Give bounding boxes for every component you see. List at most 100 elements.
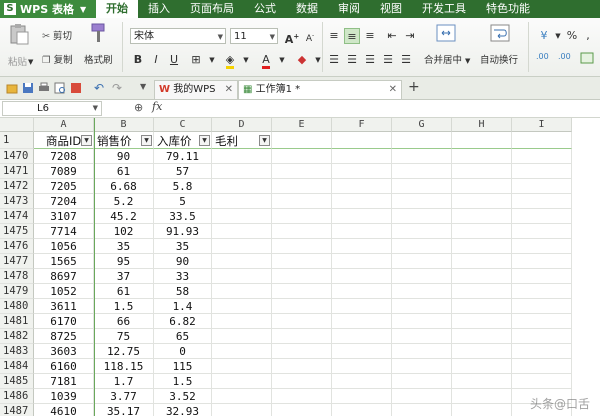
merge-center-button[interactable] [436, 24, 456, 42]
empty-cell[interactable] [392, 194, 452, 209]
table-cell[interactable]: 1052 [34, 284, 94, 299]
row-header[interactable]: 1479 [0, 284, 34, 299]
menu-item[interactable]: 视图 [370, 0, 412, 18]
table-cell[interactable]: 90 [154, 254, 212, 269]
empty-cell[interactable] [272, 314, 332, 329]
empty-cell[interactable] [332, 269, 392, 284]
table-cell[interactable]: 61 [94, 164, 154, 179]
empty-cell[interactable] [212, 389, 272, 404]
open-folder-icon[interactable] [6, 82, 18, 94]
empty-cell[interactable] [392, 284, 452, 299]
row-header[interactable]: 1476 [0, 239, 34, 254]
print-icon[interactable] [38, 82, 50, 94]
empty-cell[interactable] [392, 299, 452, 314]
empty-cell[interactable] [332, 239, 392, 254]
empty-cell[interactable] [512, 209, 572, 224]
row-header[interactable]: 1483 [0, 344, 34, 359]
table-cell[interactable]: 65 [154, 329, 212, 344]
empty-cell[interactable] [332, 164, 392, 179]
empty-cell[interactable] [332, 329, 392, 344]
empty-cell[interactable] [512, 329, 572, 344]
fill-color-button[interactable]: ◈ [222, 52, 238, 69]
empty-cell[interactable] [212, 299, 272, 314]
column-header[interactable]: C [154, 118, 212, 132]
table-cell[interactable]: 5.2 [94, 194, 154, 209]
empty-cell[interactable] [272, 404, 332, 416]
table-cell[interactable]: 45.2 [94, 209, 154, 224]
redo-icon[interactable]: ↷ [112, 81, 122, 95]
menu-item[interactable]: 数据 [286, 0, 328, 18]
row-header[interactable]: 1470 [0, 149, 34, 164]
formula-input[interactable] [172, 101, 598, 116]
table-cell[interactable]: 6.82 [154, 314, 212, 329]
empty-cell[interactable] [272, 344, 332, 359]
fill-color-dropdown[interactable]: ▼ [238, 52, 254, 68]
filter-dropdown-icon[interactable]: ▼ [141, 135, 152, 146]
empty-cell[interactable] [452, 389, 512, 404]
align-right-button[interactable]: ☰ [362, 52, 378, 68]
empty-cell[interactable] [212, 149, 272, 164]
menu-item[interactable]: 插入 [138, 0, 180, 18]
table-cell[interactable]: 4610 [34, 404, 94, 416]
empty-cell[interactable] [512, 299, 572, 314]
menu-item[interactable]: 审阅 [328, 0, 370, 18]
empty-cell[interactable] [512, 132, 572, 149]
table-cell[interactable]: 7205 [34, 179, 94, 194]
row-header[interactable]: 1482 [0, 329, 34, 344]
close-icon[interactable]: ✕ [389, 81, 397, 99]
empty-cell[interactable] [332, 299, 392, 314]
header-cell[interactable]: 入库价 ▼ [154, 132, 212, 149]
table-cell[interactable]: 7204 [34, 194, 94, 209]
empty-cell[interactable] [212, 329, 272, 344]
empty-cell[interactable] [392, 269, 452, 284]
table-cell[interactable]: 6160 [34, 359, 94, 374]
empty-cell[interactable] [452, 269, 512, 284]
table-cell[interactable]: 7089 [34, 164, 94, 179]
empty-cell[interactable] [212, 314, 272, 329]
empty-cell[interactable] [452, 374, 512, 389]
empty-cell[interactable] [392, 344, 452, 359]
row-header[interactable]: 1472 [0, 179, 34, 194]
empty-cell[interactable] [332, 389, 392, 404]
empty-cell[interactable] [512, 224, 572, 239]
row-header[interactable]: 1 [0, 132, 34, 149]
increase-indent-button[interactable]: ⇥ [402, 28, 418, 44]
empty-cell[interactable] [392, 374, 452, 389]
decrease-font-size-button[interactable]: A- [302, 28, 318, 44]
row-header[interactable]: 1471 [0, 164, 34, 179]
table-cell[interactable]: 1.7 [94, 374, 154, 389]
table-cell[interactable]: 5.8 [154, 179, 212, 194]
empty-cell[interactable] [452, 149, 512, 164]
table-cell[interactable]: 1056 [34, 239, 94, 254]
column-header[interactable]: D [212, 118, 272, 132]
column-header[interactable]: B [94, 118, 154, 132]
table-cell[interactable]: 3107 [34, 209, 94, 224]
close-icon[interactable]: ✕ [225, 81, 233, 99]
empty-cell[interactable] [272, 132, 332, 149]
column-header[interactable]: F [332, 118, 392, 132]
align-center-button[interactable]: ☰ [344, 52, 360, 68]
table-cell[interactable]: 1039 [34, 389, 94, 404]
paste-dropdown-icon[interactable]: ▼ [28, 58, 33, 66]
empty-cell[interactable] [212, 179, 272, 194]
empty-cell[interactable] [392, 149, 452, 164]
font-name-select[interactable]: 宋体 ▼ [130, 28, 226, 44]
decrease-decimal-button[interactable]: .00 [558, 52, 571, 61]
table-cell[interactable]: 95 [94, 254, 154, 269]
save-icon[interactable] [22, 82, 34, 94]
cut-button[interactable]: ✂ 剪切 [42, 28, 72, 42]
empty-cell[interactable] [332, 209, 392, 224]
copy-button[interactable]: ❐ 复制 [42, 52, 73, 66]
table-cell[interactable]: 3.52 [154, 389, 212, 404]
empty-cell[interactable] [272, 299, 332, 314]
percent-format-button[interactable]: % [564, 28, 580, 44]
clear-format-dropdown[interactable]: ▼ [310, 52, 326, 68]
empty-cell[interactable] [452, 254, 512, 269]
empty-cell[interactable] [392, 132, 452, 149]
menu-item[interactable]: 页面布局 [180, 0, 244, 18]
empty-cell[interactable] [212, 209, 272, 224]
table-cell[interactable]: 37 [94, 269, 154, 284]
table-cell[interactable]: 1.4 [154, 299, 212, 314]
distributed-align-button[interactable]: ☰ [398, 52, 414, 68]
borders-dropdown[interactable]: ▼ [204, 52, 220, 68]
